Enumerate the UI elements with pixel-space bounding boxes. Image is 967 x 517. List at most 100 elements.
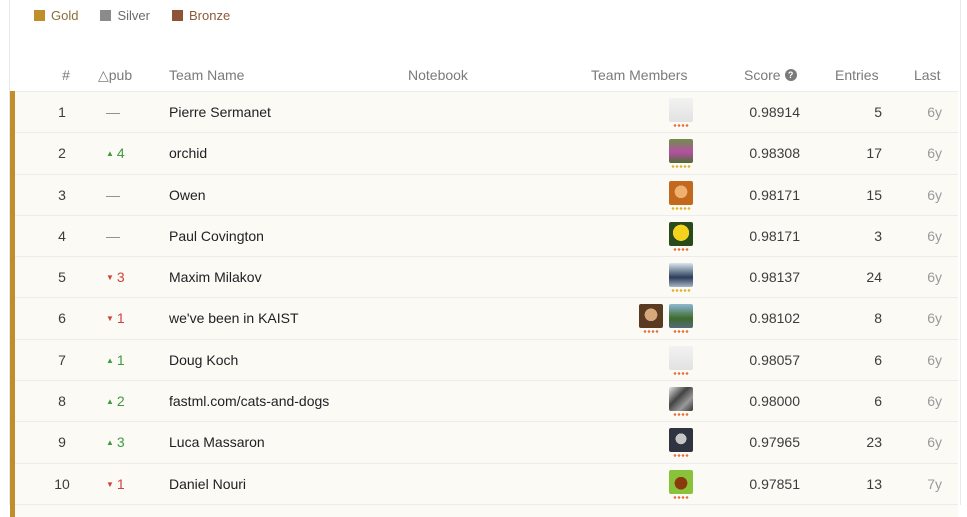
member-avatar[interactable] <box>639 304 663 334</box>
delta-cell: ▲ 3 <box>106 422 146 462</box>
member-avatar[interactable] <box>669 345 693 375</box>
delta-value: — <box>106 186 120 203</box>
member-avatar[interactable] <box>669 387 693 417</box>
team-members <box>663 387 693 417</box>
score-cell: 0.98057 <box>749 351 800 368</box>
delta-cell: — <box>106 175 146 215</box>
entries-cell: 5 <box>874 104 882 120</box>
team-members <box>663 345 693 375</box>
rank-cell: 3 <box>58 186 66 203</box>
avatar-icon <box>669 221 693 246</box>
table-row[interactable]: 9 ▲ 3 Luca Massaron 0.97965 23 6y <box>10 421 958 463</box>
delta-cell: ▼ 1 <box>106 464 146 504</box>
member-avatar[interactable] <box>669 221 693 251</box>
rank-cell: 2 <box>58 145 66 162</box>
legend-silver-label: Silver <box>117 7 150 23</box>
delta-value: 2 <box>116 393 125 410</box>
header-team-name[interactable]: Team Name <box>169 67 244 83</box>
team-name-link[interactable]: Owen <box>169 175 206 215</box>
table-row[interactable]: 4 — Paul Covington 0.98171 3 6y <box>10 214 958 257</box>
silver-swatch-icon <box>100 9 112 21</box>
team-members <box>633 304 693 334</box>
team-members <box>663 180 693 210</box>
table-row[interactable]: 1 — Pierre Sermanet 0.98914 5 6y <box>10 91 958 133</box>
team-name-link[interactable]: Paul Covington <box>169 216 264 256</box>
rank-cell: 8 <box>58 393 66 410</box>
header-score-label: Score <box>744 67 781 83</box>
member-avatar[interactable] <box>669 304 693 334</box>
last-submission-cell: 7y <box>927 475 942 492</box>
arrow-up-icon: ▲ <box>106 355 114 365</box>
help-icon[interactable]: ? <box>784 69 797 81</box>
rank-cell: 6 <box>58 310 66 327</box>
header-entries[interactable]: Entries <box>835 67 879 83</box>
bronze-swatch-icon <box>171 9 183 21</box>
team-name-link[interactable]: Maxim Milakov <box>169 257 262 297</box>
delta-value: 3 <box>116 269 125 286</box>
entries-cell: 6 <box>874 393 882 410</box>
entries-cell: 17 <box>866 145 882 162</box>
last-submission-cell: 6y <box>927 351 942 368</box>
tier-dots-icon <box>673 371 689 375</box>
header-delta-pub[interactable]: △pub <box>98 67 138 84</box>
table-row[interactable]: 8 ▲ 2 fastml.com/cats-and-dogs 0.98000 6 … <box>10 380 958 422</box>
entries-cell: 6 <box>874 351 882 368</box>
table-row[interactable] <box>10 503 958 517</box>
entries-cell: 24 <box>866 269 882 286</box>
table-row[interactable]: 5 ▼ 3 Maxim Milakov 0.98137 24 6y <box>10 256 958 298</box>
avatar-icon <box>669 180 693 205</box>
tier-dots-icon <box>673 124 689 127</box>
last-submission-cell: 6y <box>927 186 942 203</box>
team-name-link[interactable]: Pierre Sermanet <box>169 92 271 132</box>
team-name-link[interactable]: Luca Massaron <box>169 422 265 462</box>
table-row[interactable]: 3 — Owen 0.98171 15 6y <box>10 173 958 216</box>
member-avatar[interactable] <box>669 428 693 458</box>
entries-cell: 15 <box>866 186 882 203</box>
avatar-icon <box>639 304 663 329</box>
rank-cell: 9 <box>58 434 66 451</box>
team-name-link[interactable]: fastml.com/cats-and-dogs <box>169 381 329 421</box>
tier-dots-icon <box>643 330 659 334</box>
member-avatar[interactable] <box>669 180 693 210</box>
delta-value: 1 <box>116 351 125 368</box>
team-name-link[interactable]: Doug Koch <box>169 340 238 380</box>
last-submission-cell: 6y <box>927 434 942 451</box>
legend-bronze-label: Bronze <box>188 7 231 23</box>
header-rank[interactable]: # <box>50 67 82 83</box>
table-row[interactable]: 7 ▲ 1 Doug Koch 0.98057 6 6y <box>10 338 958 381</box>
tier-dots-icon <box>671 289 691 293</box>
entries-cell: 13 <box>866 475 882 492</box>
member-avatar[interactable] <box>669 263 693 293</box>
rank-cell: 5 <box>58 269 66 286</box>
table-row[interactable]: 2 ▲ 4 orchid 0.98308 17 6y <box>10 132 958 174</box>
member-avatar[interactable] <box>669 469 693 499</box>
score-cell: 0.98308 <box>749 145 800 162</box>
arrow-down-icon: ▼ <box>106 479 114 489</box>
header-last[interactable]: Last <box>914 67 940 83</box>
team-members <box>663 263 693 293</box>
rank-cell: 4 <box>58 227 66 244</box>
team-members <box>663 469 693 499</box>
last-submission-cell: 6y <box>927 104 942 120</box>
team-name-link[interactable]: orchid <box>169 133 207 173</box>
table-row[interactable]: 6 ▼ 1 we've been in KAIST 0.98102 8 6y <box>10 297 958 340</box>
header-score[interactable]: Score ? <box>744 67 797 83</box>
legend-silver: Silver <box>100 8 150 23</box>
delta-value: — <box>106 104 120 120</box>
member-avatar[interactable] <box>669 98 693 127</box>
avatar-icon <box>669 345 693 370</box>
table-row[interactable]: 10 ▼ 1 Daniel Nouri 0.97851 13 7y <box>10 462 958 505</box>
last-submission-cell: 6y <box>927 227 942 244</box>
delta-value: 1 <box>116 310 125 327</box>
score-cell: 0.98171 <box>749 227 800 244</box>
member-avatar[interactable] <box>669 139 693 169</box>
score-cell: 0.97965 <box>749 434 800 451</box>
delta-value: 4 <box>116 145 125 162</box>
delta-value: 3 <box>116 434 125 451</box>
arrow-up-icon: ▲ <box>106 397 114 407</box>
arrow-up-icon: ▲ <box>106 438 114 448</box>
team-name-link[interactable]: we've been in KAIST <box>169 298 299 338</box>
header-notebook: Notebook <box>408 67 468 83</box>
team-name-link[interactable]: Daniel Nouri <box>169 464 246 504</box>
delta-value: — <box>106 227 120 244</box>
